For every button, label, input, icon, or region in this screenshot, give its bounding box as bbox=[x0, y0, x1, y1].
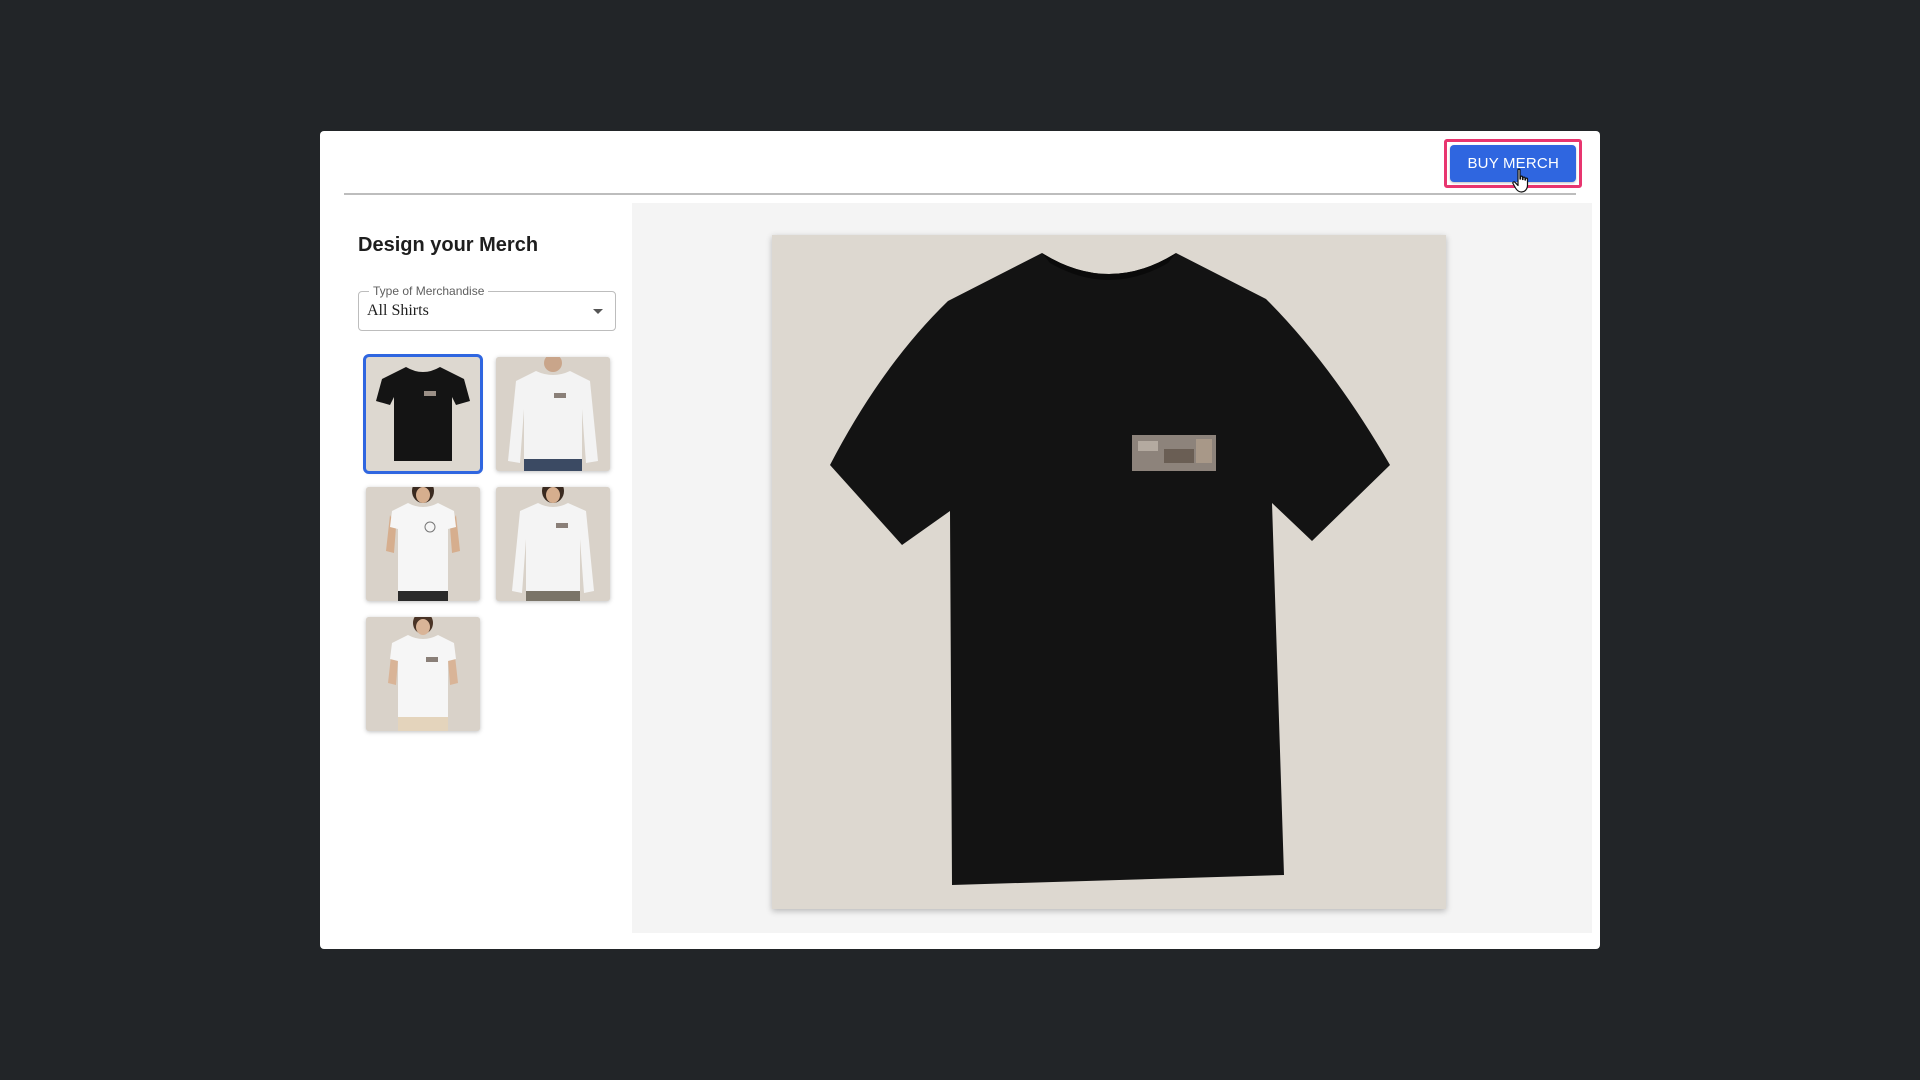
select-value: All Shirts bbox=[367, 302, 429, 319]
white-longsleeve-men-image bbox=[496, 357, 610, 471]
black-tshirt-preview-image bbox=[772, 235, 1446, 909]
black-tshirt-image bbox=[366, 357, 480, 471]
product-thumb-white-longsleeve-men[interactable] bbox=[496, 357, 610, 471]
merch-dialog: BUY MERCH Design your Merch Type of Merc… bbox=[320, 131, 1600, 949]
white-tshirt-women-image bbox=[366, 487, 480, 601]
product-thumb-black-tshirt[interactable] bbox=[363, 354, 483, 474]
white-tshirt-kids-image bbox=[366, 617, 480, 731]
dialog-header: BUY MERCH bbox=[344, 131, 1582, 195]
main-product-preview bbox=[772, 235, 1446, 909]
select-label: Type of Merchandise bbox=[369, 284, 489, 298]
merchandise-type-select[interactable]: Type of Merchandise All Shirts bbox=[358, 284, 616, 331]
white-longsleeve-women-image bbox=[496, 487, 610, 601]
product-thumb-white-longsleeve-women[interactable] bbox=[496, 487, 610, 601]
panel-title: Design your Merch bbox=[358, 234, 539, 256]
product-thumb-white-tshirt-women[interactable] bbox=[366, 487, 480, 601]
hand-pointer-cursor-icon bbox=[1512, 168, 1529, 193]
chevron-down-icon bbox=[593, 309, 603, 314]
preview-area bbox=[632, 203, 1592, 933]
product-thumb-white-tshirt-kids[interactable] bbox=[366, 617, 480, 731]
